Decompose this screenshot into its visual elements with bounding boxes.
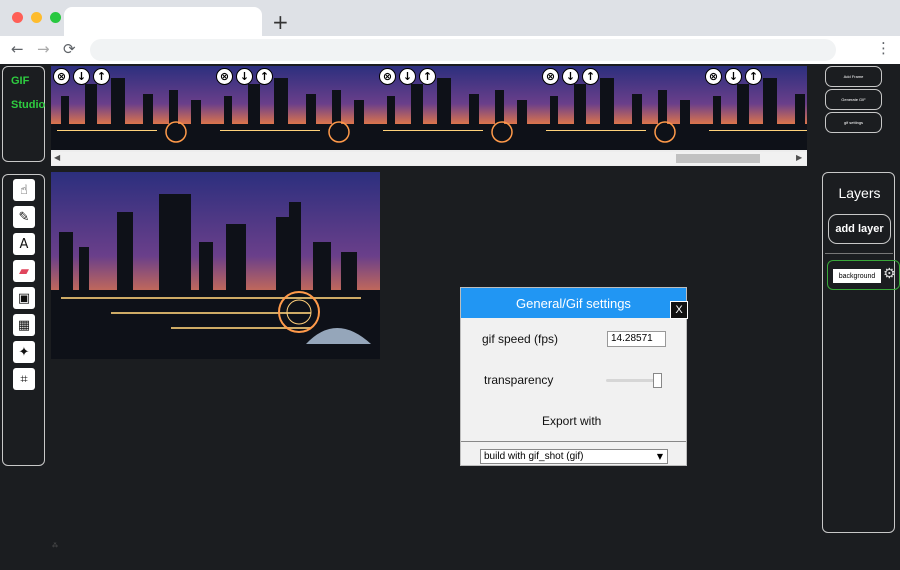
frame-thumbnail[interactable]: ⊗ ↓ ↑	[51, 66, 214, 150]
move-frame-up-icon[interactable]: ↑	[745, 68, 762, 85]
gif-builder-select[interactable]: build with gif_shot (gif) ▼	[480, 449, 668, 464]
add-layer-button[interactable]: add layer	[828, 214, 891, 244]
maximize-window-button[interactable]	[50, 12, 61, 23]
add-frame-button[interactable]: Add Frame	[825, 66, 882, 87]
move-frame-up-icon[interactable]: ↑	[256, 68, 273, 85]
add-image-icon[interactable]: ▦	[13, 314, 35, 336]
move-frame-down-icon[interactable]: ↓	[399, 68, 416, 85]
tool-palette: ☝ ✎ A ▰ ▣ ▦ ✦ ⌗	[2, 174, 45, 466]
browser-tab[interactable]	[64, 7, 262, 36]
export-with-label: Export with	[542, 414, 602, 428]
text-tool-icon[interactable]: A	[13, 233, 35, 255]
frame-controls: ⊗ ↓ ↑	[53, 68, 110, 85]
layer-settings-gear-icon[interactable]: ⚙	[883, 266, 896, 282]
scroll-left-icon[interactable]: ◀	[54, 153, 60, 162]
frame-thumbnail[interactable]: ⊗ ↓ ↑	[214, 66, 377, 150]
dialog-close-button[interactable]: X	[670, 301, 688, 319]
dialog-title: General/Gif settings	[461, 288, 686, 318]
gif-settings-button[interactable]: gif settings	[825, 112, 882, 133]
move-frame-up-icon[interactable]: ↑	[582, 68, 599, 85]
gif-studio-app: GIF Studio ⊗ ↓ ↑ ⊗ ↓ ↑ ⊗ ↓ ↑ ⊗ ↓ ↑ ⊗ ↓ ↑ ◀ ▶ Add Frame…	[0, 64, 900, 570]
reload-icon[interactable]: ⟳	[63, 40, 76, 58]
close-window-button[interactable]	[12, 12, 23, 23]
move-frame-down-icon[interactable]: ↓	[562, 68, 579, 85]
frame-controls: ⊗ ↓ ↑	[216, 68, 273, 85]
pencil-icon[interactable]: ✎	[13, 206, 35, 228]
browser-toolbar: ← → ⟳ ⋮	[0, 36, 900, 64]
frame-controls: ⊗ ↓ ↑	[705, 68, 762, 85]
move-frame-down-icon[interactable]: ↓	[73, 68, 90, 85]
delete-frame-icon[interactable]: ⊗	[216, 68, 233, 85]
footer-mark: ⁂	[52, 543, 58, 549]
transparency-slider[interactable]	[606, 379, 660, 382]
window-controls	[12, 12, 61, 23]
scroll-right-icon[interactable]: ▶	[796, 153, 802, 162]
transparency-label: transparency	[484, 373, 554, 387]
chevron-down-icon[interactable]: ▼	[657, 450, 663, 463]
frame-thumbnail[interactable]: ⊗ ↓ ↑	[540, 66, 703, 150]
delete-frame-icon[interactable]: ⊗	[53, 68, 70, 85]
move-frame-up-icon[interactable]: ↑	[93, 68, 110, 85]
editing-canvas[interactable]	[51, 172, 380, 359]
gif-speed-label: gif speed (fps)	[482, 332, 559, 346]
delete-frame-icon[interactable]: ⊗	[542, 68, 559, 85]
delete-frame-icon[interactable]: ⊗	[705, 68, 722, 85]
forward-icon[interactable]: →	[37, 40, 50, 58]
move-frame-down-icon[interactable]: ↓	[236, 68, 253, 85]
hand-pointer-icon[interactable]: ☝	[13, 179, 35, 201]
transparency-slider-thumb[interactable]	[653, 373, 662, 388]
gif-speed-input[interactable]: 14.28571	[607, 331, 666, 347]
frame-controls: ⊗ ↓ ↑	[379, 68, 436, 85]
layer-item[interactable]: background ⚙	[827, 260, 900, 290]
move-frame-up-icon[interactable]: ↑	[419, 68, 436, 85]
layers-divider	[825, 253, 893, 254]
address-bar[interactable]	[90, 39, 836, 61]
minimize-window-button[interactable]	[31, 12, 42, 23]
generate-gif-button[interactable]: Generate GIF	[825, 89, 882, 110]
back-icon[interactable]: ←	[11, 40, 24, 58]
browser-chrome: + ← → ⟳ ⋮	[0, 0, 900, 64]
delete-frame-icon[interactable]: ⊗	[379, 68, 396, 85]
frame-strip: ⊗ ↓ ↑ ⊗ ↓ ↑ ⊗ ↓ ↑ ⊗ ↓ ↑ ⊗ ↓ ↑ ◀ ▶	[51, 66, 807, 166]
frame-strip-scrollbar[interactable]: ◀ ▶	[51, 152, 807, 165]
layers-title: Layers	[838, 185, 881, 201]
crop-icon[interactable]: ⌗	[13, 368, 35, 390]
gif-builder-value: build with gif_shot (gif)	[484, 451, 584, 462]
logo-studio: Studio	[11, 99, 46, 111]
magic-wand-icon[interactable]: ✦	[13, 341, 35, 363]
logo-gif: GIF	[11, 75, 30, 87]
eraser-icon[interactable]: ▰	[13, 260, 35, 282]
frame-thumbnail[interactable]: ⊗ ↓ ↑	[377, 66, 540, 150]
move-frame-down-icon[interactable]: ↓	[725, 68, 742, 85]
gif-settings-dialog: General/Gif settings X gif speed (fps) 1…	[460, 287, 688, 466]
logo-panel: GIF Studio	[2, 66, 45, 162]
dialog-divider	[461, 441, 686, 442]
scrollbar-thumb[interactable]	[676, 154, 760, 163]
browser-menu-icon[interactable]: ⋮	[876, 39, 891, 57]
frame-list: ⊗ ↓ ↑ ⊗ ↓ ↑ ⊗ ↓ ↑ ⊗ ↓ ↑ ⊗ ↓ ↑	[51, 66, 807, 150]
layer-name[interactable]: background	[833, 269, 881, 283]
image-gallery-icon[interactable]: ▣	[13, 287, 35, 309]
layers-panel: Layers add layer background ⚙	[822, 172, 900, 533]
new-tab-button[interactable]: +	[272, 10, 289, 34]
frame-controls: ⊗ ↓ ↑	[542, 68, 599, 85]
frame-thumbnail[interactable]: ⊗ ↓ ↑	[703, 66, 807, 150]
